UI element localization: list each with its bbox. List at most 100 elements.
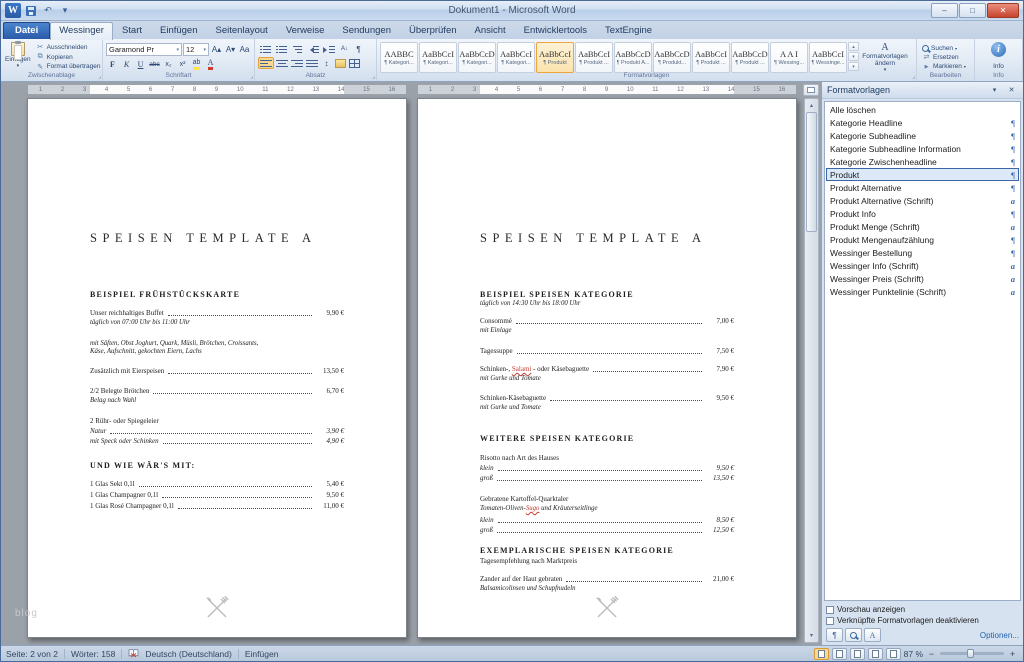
zoom-in-button[interactable]: + — [1007, 648, 1018, 659]
paste-dropdown-icon[interactable]: ▾ — [17, 63, 20, 70]
numbering-button[interactable] — [274, 43, 289, 55]
superscript-button[interactable]: x² — [176, 58, 189, 70]
style-wessinger-1[interactable]: A A I ¶ Wessing... — [770, 42, 808, 73]
style-produkt-5[interactable]: AaBbCcI ¶ Produkt ... — [692, 42, 730, 73]
copy-button[interactable]: ⧉ Kopieren — [34, 53, 103, 62]
spellcheck-icon[interactable] — [128, 649, 139, 658]
style-item[interactable]: Kategorie Zwischenheadline ¶ — [826, 155, 1019, 168]
styles-pane-header[interactable]: Formatvorlagen ▾ ✕ — [822, 82, 1023, 99]
bold-button[interactable]: F — [106, 58, 119, 70]
highlight-color-button[interactable]: ab — [190, 58, 203, 70]
style-item[interactable]: Produkt Alternative ¶ — [826, 181, 1019, 194]
subscript-button[interactable]: x₂ — [162, 58, 175, 70]
style-produkt-2[interactable]: AaBbCcI ¶ Produkt ... — [575, 42, 613, 73]
document-canvas[interactable]: 1 2 3 4 5 6 7 8 9 10 11 12 13 14 15 16 1… — [1, 82, 821, 645]
scroll-down-arrow[interactable]: ▾ — [805, 629, 818, 642]
word-logo-icon[interactable]: W — [5, 3, 21, 18]
minimize-button[interactable]: – — [931, 3, 958, 18]
line-spacing-button[interactable]: ↕ — [320, 57, 333, 69]
formatvorlagen-dialog-launcher[interactable]: ⌟ — [912, 74, 915, 80]
disable-linked-checkbox[interactable]: Verknüpfte Formatvorlagen deaktivieren — [826, 616, 1019, 625]
style-item[interactable]: Wessinger Info (Schrift) a — [826, 259, 1019, 272]
tab-datei[interactable]: Datei — [3, 22, 51, 39]
vertical-scrollbar[interactable]: ▴ ▾ — [804, 98, 819, 643]
web-layout-view-button[interactable] — [849, 647, 865, 660]
clear-all-styles[interactable]: Alle löschen — [826, 103, 1019, 116]
increase-indent-button[interactable] — [322, 43, 337, 55]
style-item[interactable]: Produkt Menge (Schrift) a — [826, 220, 1019, 233]
style-item-selected[interactable]: Produkt ¶ — [826, 168, 1019, 181]
change-styles-button[interactable]: A Formatvorlagen ändern ▾ — [861, 41, 909, 73]
preview-checkbox[interactable]: Vorschau anzeigen — [826, 605, 1019, 614]
draft-view-button[interactable] — [885, 647, 901, 660]
multilevel-list-button[interactable] — [290, 43, 305, 55]
align-left-button[interactable] — [258, 57, 274, 69]
select-button[interactable]: ▶ Markieren ▾ — [920, 63, 968, 71]
style-item[interactable]: Wessinger Preis (Schrift) a — [826, 272, 1019, 285]
options-link[interactable]: Optionen... — [980, 631, 1019, 640]
cut-button[interactable]: ✂ Ausschneiden — [34, 43, 103, 52]
zoom-slider-thumb[interactable] — [966, 649, 974, 658]
new-style-button[interactable]: ¶ — [826, 628, 843, 642]
style-wessinger-2[interactable]: AaBbCcI ¶ Wessinge... — [809, 42, 847, 73]
shading-button[interactable] — [334, 57, 347, 69]
document-page-2[interactable]: SPEISEN TEMPLATE A BEISPIEL SPEISEN KATE… — [417, 98, 797, 638]
font-name-combo[interactable]: Garamond Pr ▾ — [106, 43, 182, 56]
scrollbar-thumb[interactable] — [806, 112, 817, 232]
justify-button[interactable] — [305, 57, 319, 69]
pane-menu-icon[interactable]: ▾ — [988, 84, 1001, 96]
qat-customize-button[interactable]: ▾ — [58, 4, 72, 18]
decrease-indent-button[interactable] — [306, 43, 321, 55]
tab-entwicklertools[interactable]: Entwicklertools — [515, 22, 596, 39]
style-item[interactable]: Kategorie Subheadline ¶ — [826, 129, 1019, 142]
style-inspector-button[interactable] — [845, 628, 862, 642]
tab-einfuegen[interactable]: Einfügen — [151, 22, 207, 39]
zoom-level[interactable]: 87 % — [904, 649, 923, 659]
italic-button[interactable]: K — [120, 58, 133, 70]
close-button[interactable]: ✕ — [987, 3, 1019, 18]
ruler-toggle-button[interactable] — [803, 84, 819, 96]
style-kategorie-zwischenheadline[interactable]: AaBbCcI ¶ Kategori... — [497, 42, 535, 73]
style-item[interactable]: Kategorie Subheadline Information ¶ — [826, 142, 1019, 155]
style-produkt-alternative[interactable]: AaBbCcD ¶ Produkt A... — [614, 42, 652, 73]
tab-sendungen[interactable]: Sendungen — [333, 22, 400, 39]
outline-view-button[interactable] — [867, 647, 883, 660]
tab-verweise[interactable]: Verweise — [277, 22, 334, 39]
tab-textengine[interactable]: TextEngine — [596, 22, 661, 39]
paste-button[interactable]: Einfügen ▾ — [4, 41, 32, 71]
grow-font-button[interactable]: A▴ — [210, 44, 223, 56]
font-color-button[interactable]: A — [204, 58, 217, 70]
style-produkt-selected[interactable]: AaBbCcI ¶ Produkt — [536, 42, 574, 73]
schriftart-dialog-launcher[interactable]: ⌟ — [250, 74, 253, 80]
word-count[interactable]: Wörter: 158 — [71, 649, 115, 659]
maximize-button[interactable]: □ — [959, 3, 986, 18]
manage-styles-button[interactable]: A — [864, 628, 881, 642]
style-produkt-6[interactable]: AaBbCcD ¶ Produkt ... — [731, 42, 769, 73]
format-painter-button[interactable]: ✎ Format übertragen — [34, 62, 103, 71]
underline-button[interactable]: U — [134, 58, 147, 70]
style-item[interactable]: Produkt Mengenaufzählung ¶ — [826, 233, 1019, 246]
find-button[interactable]: Suchen ▾ — [920, 44, 968, 52]
gallery-more-button[interactable]: ▾ — [848, 62, 859, 71]
style-kategorie-subheadline-info[interactable]: AaBbCcD ¶ Kategori... — [458, 42, 496, 73]
info-button[interactable]: i Info — [978, 41, 1019, 71]
style-item[interactable]: Produkt Alternative (Schrift) a — [826, 194, 1019, 207]
zwischenablage-dialog-launcher[interactable]: ⌟ — [98, 74, 101, 80]
sort-button[interactable]: A↓ — [338, 43, 351, 55]
font-size-combo[interactable]: 12 ▾ — [183, 43, 209, 56]
tab-start[interactable]: Start — [113, 22, 151, 39]
zoom-out-button[interactable]: − — [926, 648, 937, 659]
pane-close-icon[interactable]: ✕ — [1005, 84, 1018, 96]
zoom-slider[interactable] — [940, 649, 1004, 658]
tab-seitenlayout[interactable]: Seitenlayout — [207, 22, 277, 39]
style-kategorie-headline[interactable]: AABBC ¶ Kategori... — [380, 42, 418, 73]
style-produkt-4[interactable]: AaBbCcD ¶ Produkt... — [653, 42, 691, 73]
tab-ansicht[interactable]: Ansicht — [466, 22, 515, 39]
borders-button[interactable] — [348, 57, 361, 69]
insert-mode-indicator[interactable]: Einfügen — [245, 649, 279, 659]
gallery-scroll-up-button[interactable]: ▴ — [848, 42, 859, 51]
language-indicator[interactable]: Deutsch (Deutschland) — [145, 649, 231, 659]
document-page-1[interactable]: SPEISEN TEMPLATE A BEISPIEL FRÜHSTÜCKSKA… — [27, 98, 407, 638]
style-item[interactable]: Wessinger Punktelinie (Schrift) a — [826, 285, 1019, 298]
change-case-button[interactable]: Aa — [238, 44, 251, 56]
